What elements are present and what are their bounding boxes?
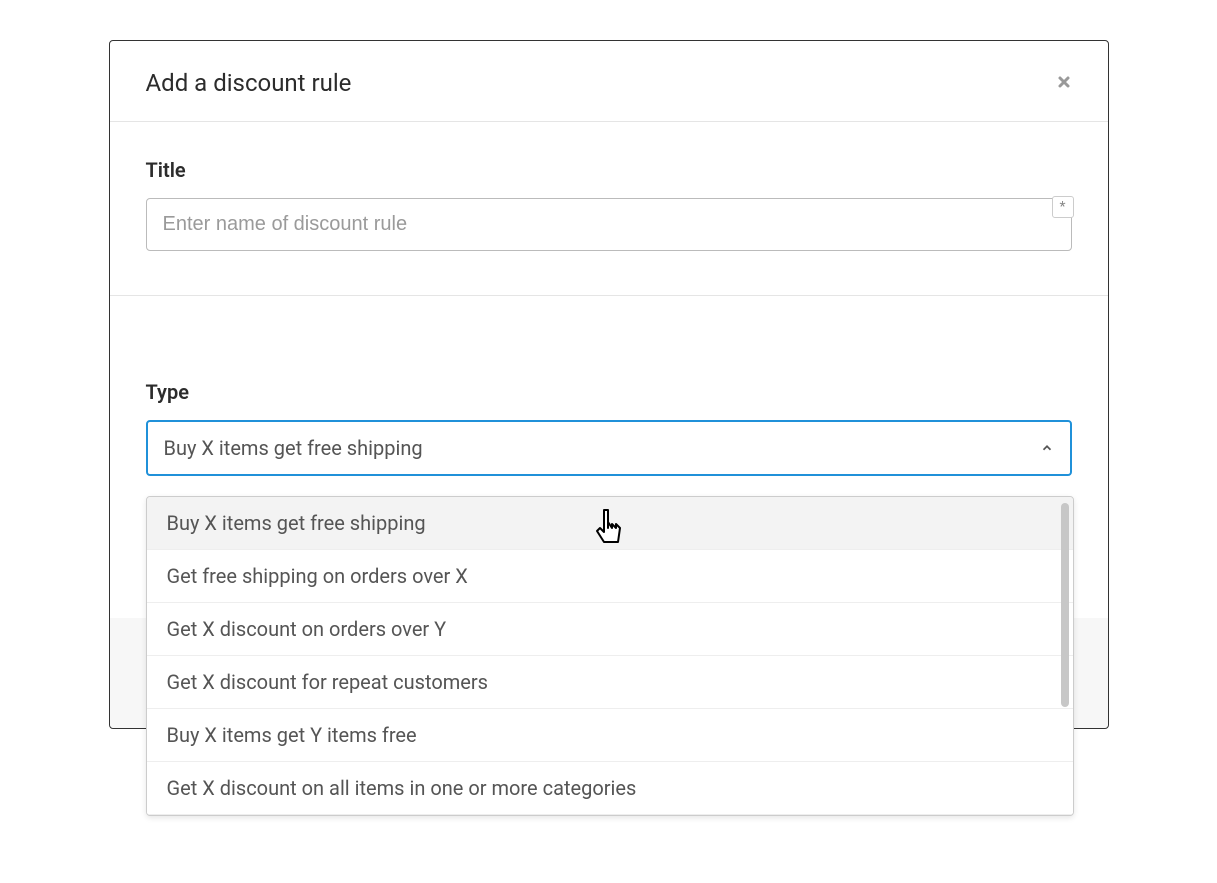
dropdown-scrollbar[interactable] xyxy=(1061,503,1069,707)
dropdown-option-0[interactable]: Buy X items get free shipping xyxy=(147,497,1073,550)
type-label: Type xyxy=(146,380,1072,404)
required-marker: * xyxy=(1052,196,1074,218)
chevron-up-icon xyxy=(1040,441,1054,455)
title-input-wrapper: * xyxy=(146,198,1072,251)
dropdown-option-1[interactable]: Get free shipping on orders over X xyxy=(147,550,1073,603)
dropdown-option-2[interactable]: Get X discount on orders over Y xyxy=(147,603,1073,656)
modal-title: Add a discount rule xyxy=(146,69,352,97)
type-dropdown: Buy X items get free shipping Get free s… xyxy=(146,496,1074,816)
title-input[interactable] xyxy=(146,198,1072,251)
discount-rule-modal: Add a discount rule Title * Type Buy X i… xyxy=(109,40,1109,729)
type-section: Type Buy X items get free shipping Buy X… xyxy=(110,296,1108,616)
type-selected-value: Buy X items get free shipping xyxy=(164,436,423,460)
title-label: Title xyxy=(146,158,1072,182)
close-icon[interactable] xyxy=(1056,73,1072,93)
dropdown-option-4[interactable]: Buy X items get Y items free xyxy=(147,709,1073,762)
dropdown-option-3[interactable]: Get X discount for repeat customers xyxy=(147,656,1073,709)
modal-header: Add a discount rule xyxy=(110,41,1108,122)
dropdown-option-5[interactable]: Get X discount on all items in one or mo… xyxy=(147,762,1073,815)
title-section: Title * xyxy=(110,122,1108,296)
type-select[interactable]: Buy X items get free shipping xyxy=(146,420,1072,476)
